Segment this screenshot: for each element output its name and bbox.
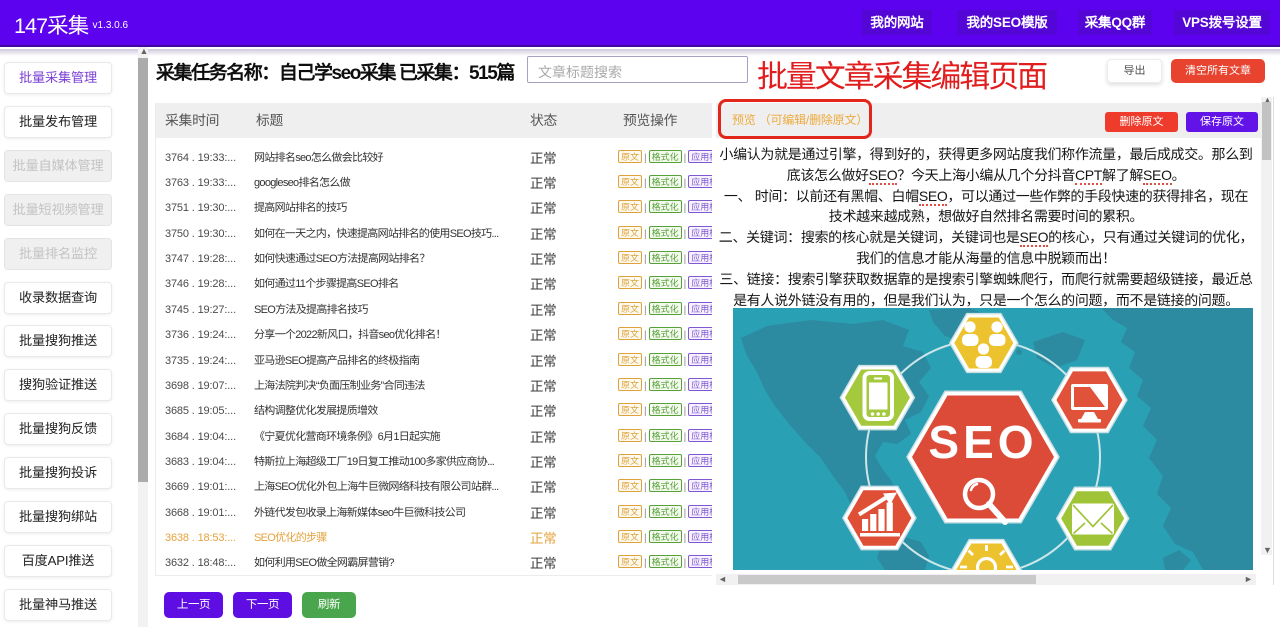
svg-text:SEO: SEO xyxy=(928,416,1037,468)
